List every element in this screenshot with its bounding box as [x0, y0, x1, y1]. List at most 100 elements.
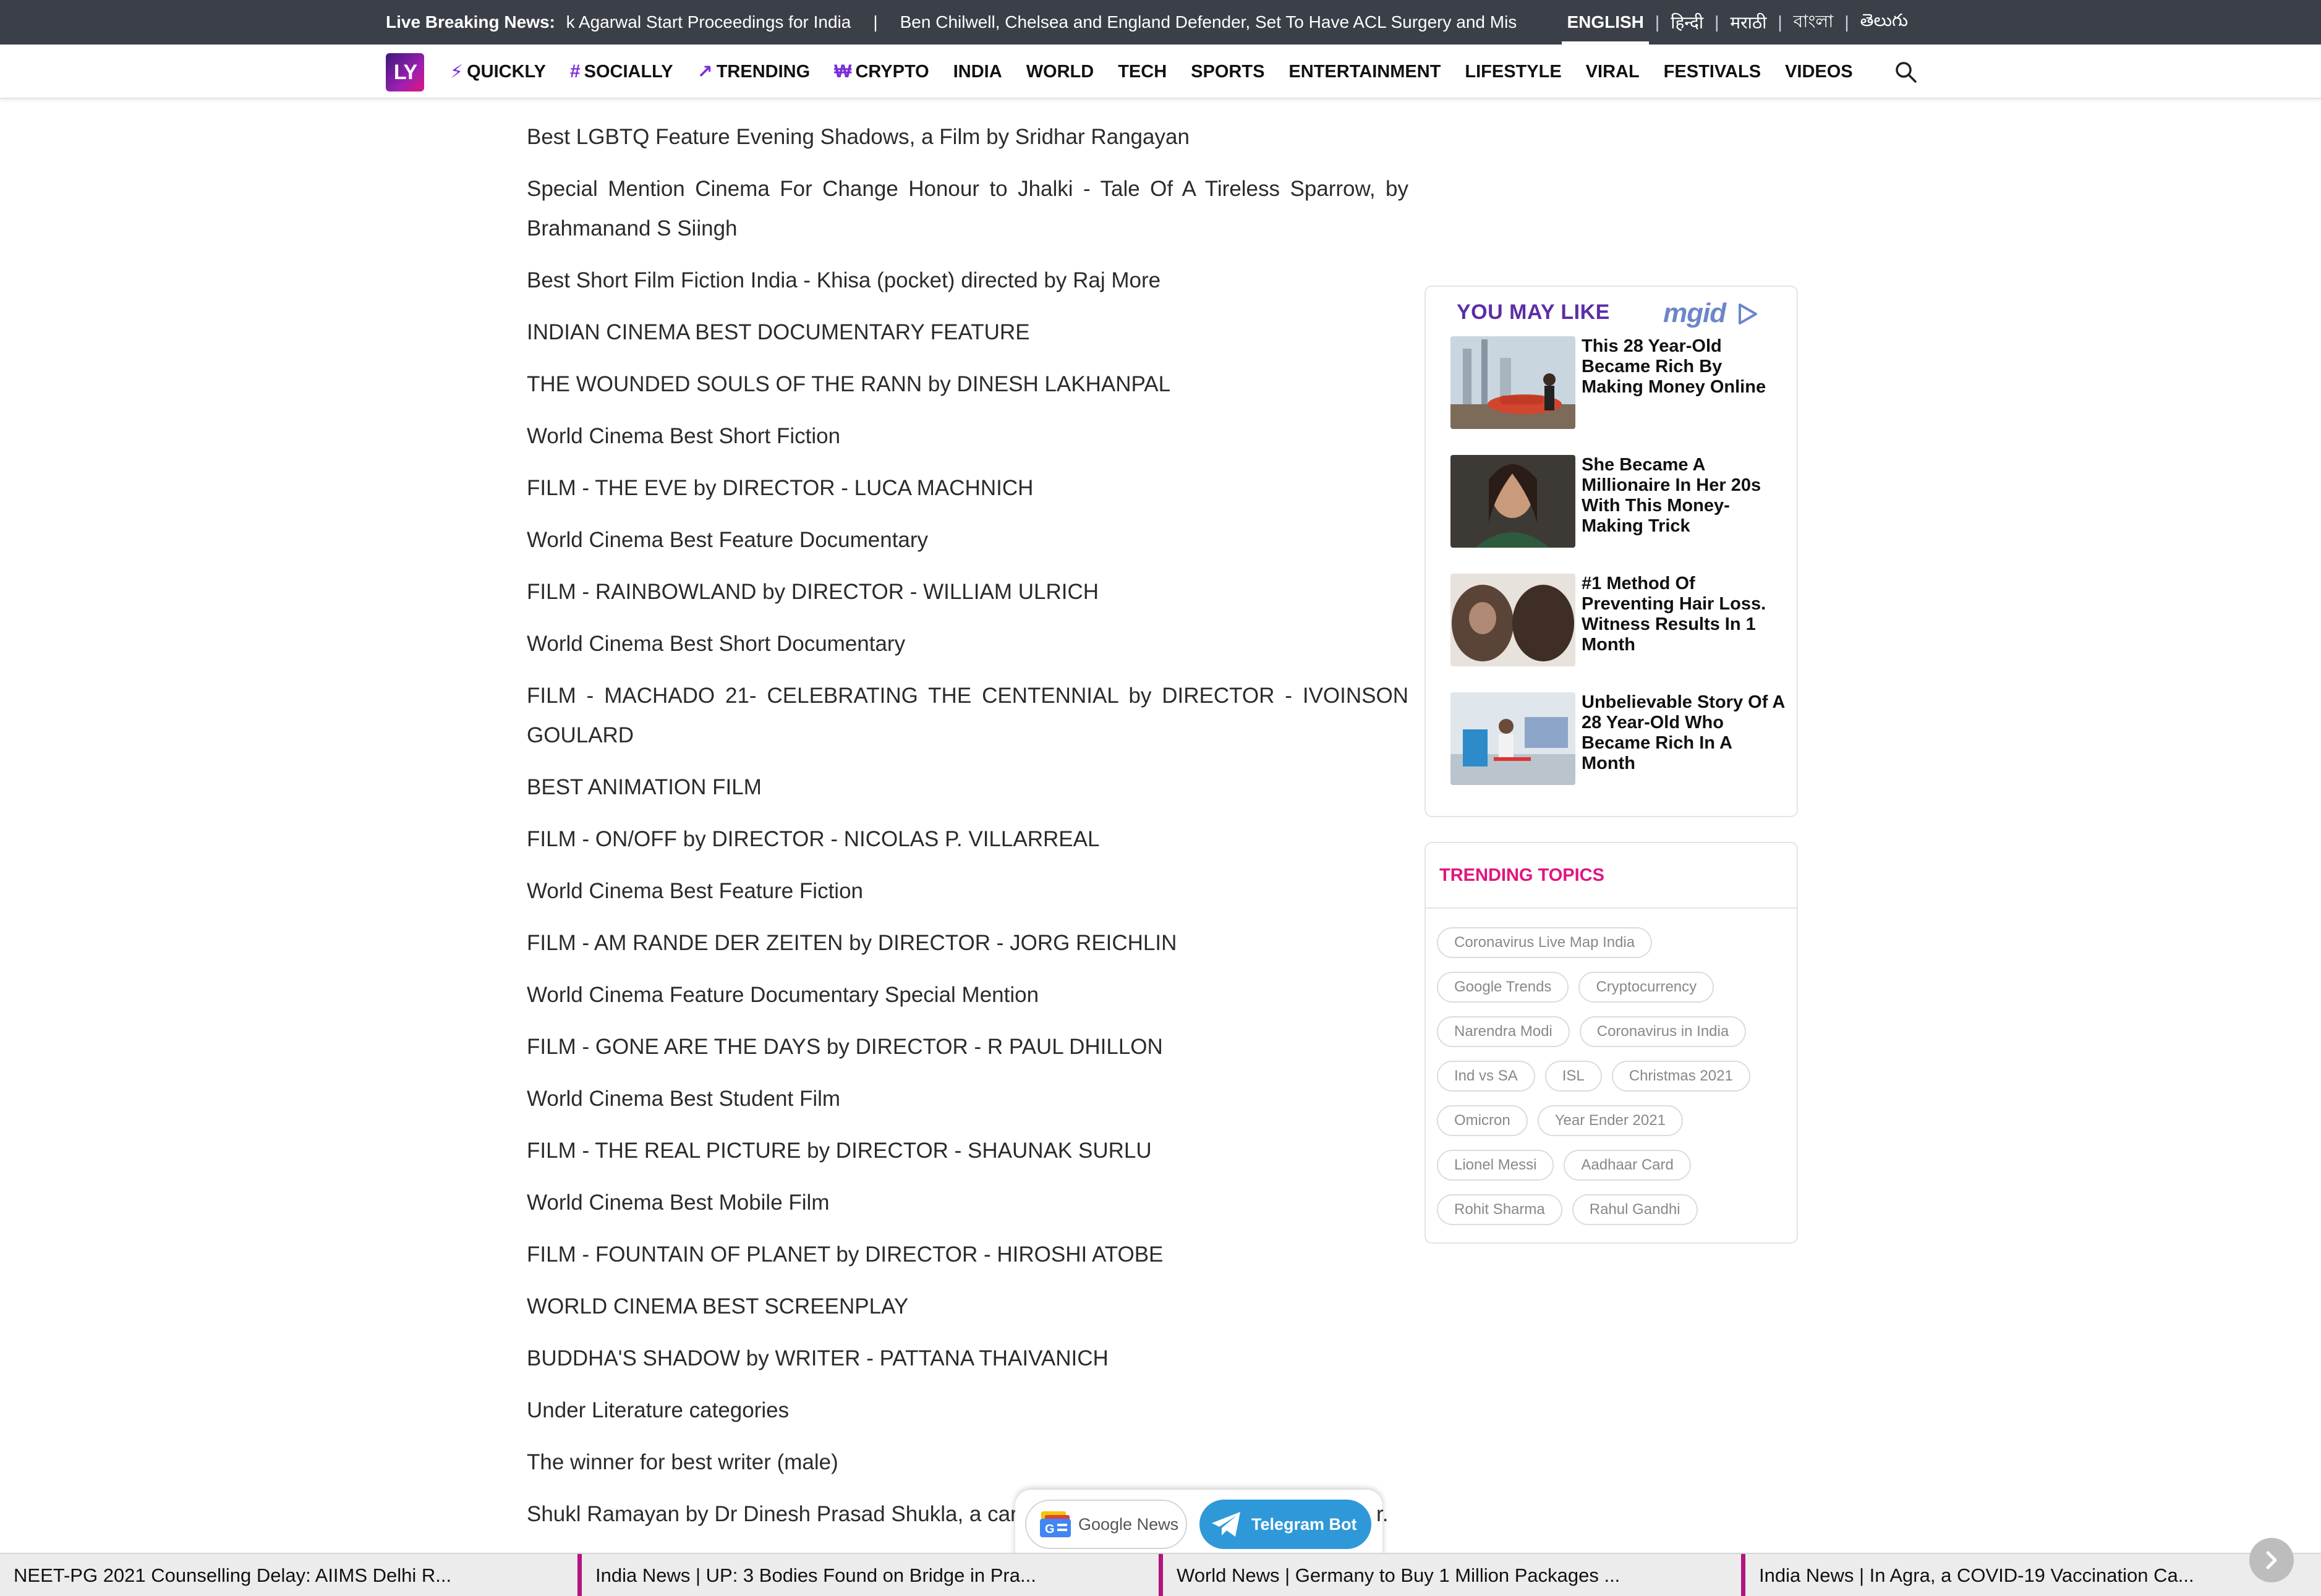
tag-row: Google Trends Cryptocurrency — [1437, 972, 1789, 1003]
article-paragraph: Special Mention Cinema For Change Honour… — [527, 177, 1408, 240]
main-navigation: LY ⚡ QUICKLY # SOCIALLY ↗ TRENDING ₩ CRY… — [0, 45, 2321, 99]
nav-item-india[interactable]: INDIA — [953, 62, 1002, 82]
you-may-like-widget: YOU MAY LIKE mgid This 28 Year-Old Becam… — [1425, 286, 1798, 817]
article-paragraph: BUDDHA'S SHADOW by WRITER - PATTANA THAI… — [527, 1346, 1109, 1370]
telegram-bot-label: Telegram Bot — [1251, 1514, 1357, 1534]
article-paragraph: Best LGBTQ Feature Evening Shadows, a Fi… — [527, 125, 1190, 149]
divider — [1426, 907, 1797, 909]
you-may-like-title: YOU MAY LIKE — [1457, 300, 1610, 324]
article-paragraph: The winner for best writer (male) — [527, 1450, 838, 1474]
article-paragraph: World Cinema Best Student Film — [527, 1087, 841, 1111]
tag-row: Lionel Messi Aadhaar Card — [1437, 1150, 1789, 1181]
thumbnail-image[interactable] — [1450, 692, 1575, 785]
nav-item-label: SOCIALLY — [584, 61, 673, 82]
trending-tag[interactable]: Rahul Gandhi — [1572, 1194, 1698, 1225]
mgid-logo[interactable]: mgid — [1663, 298, 1726, 329]
nav-item-label: CRYPTO — [855, 61, 929, 82]
recommended-item-title[interactable]: She Became A Millionaire In Her 20s With… — [1582, 455, 1786, 537]
nav-item-lifestyle[interactable]: LIFESTYLE — [1465, 62, 1561, 82]
tag-row: Omicron Year Ender 2021 — [1437, 1105, 1789, 1136]
recommended-item[interactable]: #1 Method Of Preventing Hair Loss. Witne… — [1450, 574, 1784, 673]
trending-tag[interactable]: Aadhaar Card — [1564, 1150, 1691, 1181]
nav-item-entertainment[interactable]: ENTERTAINMENT — [1288, 62, 1441, 82]
hashtag-icon: # — [569, 61, 581, 82]
trending-tag[interactable]: Rohit Sharma — [1437, 1194, 1562, 1225]
article-paragraph: FILM - GONE ARE THE DAYS by DIRECTOR - R… — [527, 1035, 1163, 1059]
recommended-item[interactable]: Unbelievable Story Of A 28 Year-Old Who … — [1450, 692, 1784, 791]
nav-item-festivals[interactable]: FESTIVALS — [1664, 62, 1761, 82]
article-paragraph: Under Literature categories — [527, 1398, 790, 1422]
trending-tag[interactable]: Coronavirus in India — [1579, 1016, 1747, 1047]
trending-tags: Coronavirus Live Map India Google Trends… — [1437, 927, 1789, 1239]
search-icon[interactable] — [1893, 59, 1918, 84]
chevron-right-icon — [2266, 1551, 2277, 1569]
article-paragraph: THE WOUNDED SOULS OF THE RANN by DINESH … — [527, 372, 1171, 396]
crypto-icon: ₩ — [834, 61, 852, 82]
adchoices-icon[interactable] — [1735, 302, 1760, 326]
article-paragraph: INDIAN CINEMA BEST DOCUMENTARY FEATURE — [527, 320, 1030, 344]
language-divider: | — [1844, 12, 1849, 32]
tag-row: Narendra Modi Coronavirus in India — [1437, 1016, 1789, 1047]
trending-tag[interactable]: Ind vs SA — [1437, 1061, 1535, 1092]
news-ticker[interactable]: ık Agarwal Start Proceedings for India |… — [566, 0, 1517, 45]
trending-tag[interactable]: Christmas 2021 — [1611, 1061, 1750, 1092]
strip-news-item[interactable]: World News | Germany to Buy 1 Million Pa… — [1159, 1554, 1740, 1596]
language-telugu[interactable]: తెలుగు — [1849, 0, 1919, 45]
language-bangla[interactable]: বাংলা — [1782, 0, 1845, 45]
nav-item-trending[interactable]: ↗ TRENDING — [697, 61, 811, 83]
google-news-label: Google News — [1078, 1514, 1179, 1534]
trending-tag[interactable]: Narendra Modi — [1437, 1016, 1570, 1047]
strip-next-button[interactable] — [2249, 1538, 2294, 1582]
strip-news-item[interactable]: India News | UP: 3 Bodies Found on Bridg… — [577, 1554, 1159, 1596]
article-paragraph: FILM - ON/OFF by DIRECTOR - NICOLAS P. V… — [527, 827, 1100, 851]
nav-item-viral[interactable]: VIRAL — [1586, 62, 1640, 82]
ticker-item[interactable]: ık Agarwal Start Proceedings for India — [566, 12, 851, 32]
nav-item-world[interactable]: WORLD — [1026, 62, 1094, 82]
language-english[interactable]: ENGLISH — [1556, 0, 1655, 45]
trending-tag[interactable]: Google Trends — [1437, 972, 1569, 1003]
ticker-item[interactable]: Ben Chilwell, Chelsea and England Defend… — [900, 12, 1517, 32]
language-divider: | — [1655, 12, 1660, 32]
article-paragraph-tail: r. — [1376, 1502, 1389, 1526]
nav-item-tech[interactable]: TECH — [1118, 62, 1167, 82]
trending-tag[interactable]: Year Ender 2021 — [1537, 1105, 1683, 1136]
breaking-news-bar: Live Breaking News: ık Agarwal Start Pro… — [0, 0, 2321, 45]
bottom-news-strip: NEET-PG 2021 Counselling Delay: AIIMS De… — [0, 1553, 2321, 1596]
nav-item-crypto[interactable]: ₩ CRYPTO — [834, 61, 929, 82]
language-divider: | — [1778, 12, 1782, 32]
recommended-item[interactable]: This 28 Year-Old Became Rich By Making M… — [1450, 336, 1784, 435]
trending-tag[interactable]: Cryptocurrency — [1578, 972, 1714, 1003]
trending-topics-widget: TRENDING TOPICS Coronavirus Live Map Ind… — [1425, 842, 1798, 1244]
strip-news-item[interactable]: India News | In Agra, a COVID-19 Vaccina… — [1741, 1554, 2321, 1596]
recommended-item-title[interactable]: Unbelievable Story Of A 28 Year-Old Who … — [1582, 692, 1786, 774]
thumbnail-image[interactable] — [1450, 336, 1575, 429]
nav-item-quickly[interactable]: ⚡ QUICKLY — [450, 61, 546, 83]
language-divider: | — [1714, 12, 1719, 32]
article-paragraph: World Cinema Best Short Fiction — [527, 424, 841, 448]
recommended-item-title[interactable]: This 28 Year-Old Became Rich By Making M… — [1582, 336, 1786, 397]
google-news-button[interactable]: G Google News — [1025, 1500, 1187, 1549]
nav-item-socially[interactable]: # SOCIALLY — [570, 61, 673, 82]
site-logo[interactable]: LY — [386, 53, 424, 91]
telegram-bot-button[interactable]: Telegram Bot — [1199, 1500, 1371, 1549]
recommended-item[interactable]: She Became A Millionaire In Her 20s With… — [1450, 455, 1784, 554]
trending-tag[interactable]: Lionel Messi — [1437, 1150, 1554, 1181]
trending-arrow-icon: ↗ — [697, 61, 713, 82]
nav-menu: ⚡ QUICKLY # SOCIALLY ↗ TRENDING ₩ CRYPTO… — [450, 45, 1877, 99]
language-marathi[interactable]: मराठी — [1719, 0, 1778, 45]
trending-tag[interactable]: Coronavirus Live Map India — [1437, 927, 1653, 958]
trending-tag[interactable]: Omicron — [1437, 1105, 1528, 1136]
recommended-item-title[interactable]: #1 Method Of Preventing Hair Loss. Witne… — [1582, 574, 1786, 655]
strip-news-item[interactable]: NEET-PG 2021 Counselling Delay: AIIMS De… — [0, 1554, 581, 1596]
breaking-news-label: Live Breaking News: — [386, 12, 555, 32]
thumbnail-image[interactable] — [1450, 574, 1575, 666]
nav-item-sports[interactable]: SPORTS — [1191, 62, 1264, 82]
language-switcher: ENGLISH | हिन्दी | मराठी | বাংলা | తెలుగ… — [1556, 0, 1919, 45]
language-hindi[interactable]: हिन्दी — [1659, 0, 1714, 45]
trending-topics-title: TRENDING TOPICS — [1439, 865, 1604, 885]
nav-item-videos[interactable]: VIDEOS — [1785, 62, 1853, 82]
thumbnail-image[interactable] — [1450, 455, 1575, 548]
tag-row: Ind vs SA ISL Christmas 2021 — [1437, 1061, 1789, 1092]
article-paragraph: World Cinema Best Short Documentary — [527, 632, 906, 656]
trending-tag[interactable]: ISL — [1544, 1061, 1602, 1092]
